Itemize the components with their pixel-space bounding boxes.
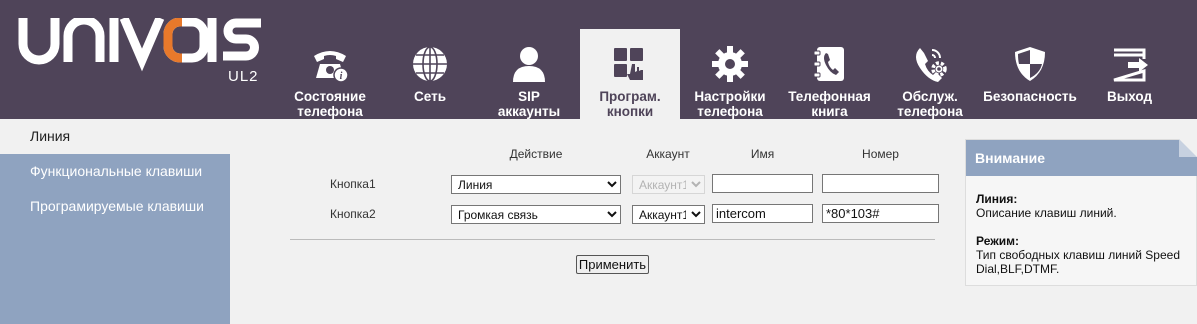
key2-name-input[interactable] (712, 204, 813, 223)
column-header-name: Имя (750, 147, 775, 161)
tab-label: Сеть (414, 89, 446, 104)
notice-line-title: Линия: (976, 192, 1018, 206)
tab-sip-accounts[interactable]: SIP аккаунты (484, 29, 574, 119)
key1-name-input[interactable] (712, 174, 813, 193)
page-fold-decoration (1179, 139, 1197, 157)
row-label-key2: Кнопка2 (330, 207, 376, 221)
keypad-icon (614, 48, 643, 80)
column-header-action: Действие (509, 147, 563, 161)
univois-logo (18, 18, 261, 72)
tab-network[interactable]: Сеть (385, 29, 475, 119)
sidebar-item-line[interactable]: Линия (0, 119, 230, 154)
column-header-account: Аккаунт (646, 147, 690, 161)
sidebar-item-function-keys[interactable]: Функциональные клавиши (0, 154, 230, 189)
key2-account-select[interactable]: Аккаунт1 (632, 205, 705, 224)
tab-phone-settings[interactable]: Настройки телефона (684, 29, 776, 119)
top-header: UL2 i Состояние телефона Сеть SIP аккаун… (0, 0, 1197, 119)
divider (290, 239, 935, 240)
tab-label: Безопасность (983, 89, 1077, 104)
notice-mode-title: Режим: (976, 234, 1019, 248)
model-label: UL2 (228, 68, 259, 85)
tab-label: Выход (1106, 89, 1153, 104)
phonebook-icon (813, 47, 844, 81)
column-header-number: Номер (862, 147, 899, 161)
key1-account-select[interactable]: Аккаунт1 (632, 175, 705, 194)
tab-security[interactable]: Безопасность (978, 29, 1082, 119)
key2-action-select[interactable]: Громкая связь (451, 205, 621, 224)
notice-mode-text: Тип свободных клавиш линий Speed Dial,BL… (976, 248, 1180, 276)
shield-icon (1015, 47, 1045, 81)
tab-phone-status[interactable]: i Состояние телефона (285, 29, 375, 119)
notice-body: Линия: Описание клавиш линий. Режим: Тип… (976, 192, 1194, 276)
tab-phonebook[interactable]: Телефонная книга (782, 29, 877, 119)
tab-label: Настройки телефона (694, 89, 766, 119)
tab-logout[interactable]: Выход (1092, 29, 1167, 119)
notice-title: Внимание (966, 140, 1197, 176)
tab-label: Обслуж. телефона (897, 89, 963, 119)
key1-number-input[interactable] (822, 174, 939, 193)
tab-label: Телефонная книга (788, 89, 871, 119)
svg-text:i: i (340, 71, 343, 82)
main-content: Действие Аккаунт Имя Номер Кнопка1 Линия… (230, 119, 965, 324)
row-label-key1: Кнопка1 (330, 177, 376, 191)
phone-info-icon: i (314, 51, 349, 83)
sidebar-item-programmable-keys[interactable]: Програмируемые клавиши (0, 189, 230, 224)
sidebar: Линия Функциональные клавиши Програмируе… (0, 119, 230, 324)
tab-programmable-keys[interactable]: Програм. кнопки (580, 29, 680, 119)
tab-label: Состояние телефона (294, 89, 366, 119)
phone-gear-icon (916, 48, 947, 82)
globe-icon (413, 46, 447, 82)
key2-number-input[interactable] (822, 204, 939, 223)
gear-icon (712, 46, 748, 82)
tab-phone-maintenance[interactable]: Обслуж. телефона (884, 29, 976, 119)
notice-panel: Внимание Линия: Описание клавиш линий. Р… (965, 139, 1197, 286)
tab-label: SIP аккаунты (497, 89, 561, 119)
notice-line-text: Описание клавиш линий. (976, 206, 1117, 220)
logout-icon (1113, 48, 1148, 82)
apply-button[interactable]: Применить (576, 255, 649, 274)
tab-label: Програм. кнопки (599, 89, 661, 119)
user-icon (513, 47, 545, 82)
key1-action-select[interactable]: Линия (451, 175, 621, 194)
